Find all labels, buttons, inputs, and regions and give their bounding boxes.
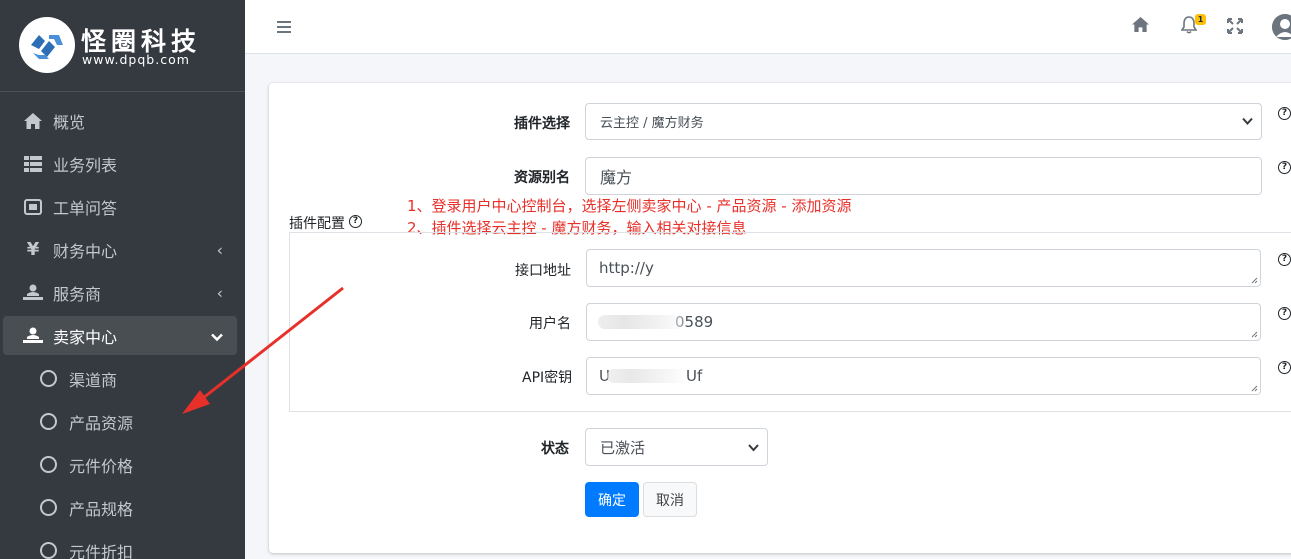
sidebar-subitem-label: 元件折扣 (69, 542, 134, 559)
cancel-button[interactable]: 取消 (643, 482, 697, 517)
help-icon[interactable]: ? (349, 215, 362, 228)
plugin-select-value: 云主控 / 魔方财务 (600, 116, 704, 131)
api-url-value: http://y (599, 259, 654, 277)
sidebar-subitem-label: 元件价格 (69, 456, 134, 476)
help-icon[interactable]: ? (1278, 307, 1291, 320)
yen-icon: ¥ (26, 239, 40, 260)
redaction-blur (607, 369, 687, 383)
status-select-value: 已激活 (600, 438, 646, 457)
api-key-label: API密钥 (522, 370, 573, 386)
resource-alias-label: 资源别名 (514, 170, 570, 186)
sidebar-item-business-list[interactable]: 业务列表 (0, 142, 245, 185)
fullscreen-icon[interactable] (1227, 18, 1243, 38)
menu-toggle-icon[interactable] (277, 18, 291, 39)
help-icon[interactable]: ? (1278, 361, 1291, 374)
brand[interactable]: 怪圈科技 www.dpqb.com (0, 0, 245, 92)
annotation-note-1: 1、登录用户中心控制台，选择左侧卖家中心 - 产品资源 - 添加资源 (407, 197, 852, 215)
ticket-icon (22, 197, 44, 217)
help-icon[interactable]: ? (1278, 107, 1291, 120)
resource-alias-value: 魔方 (600, 168, 633, 187)
sidebar-item-label: 工单问答 (53, 198, 118, 218)
resize-handle-icon[interactable] (1251, 277, 1258, 284)
circle-icon (40, 413, 57, 430)
sidebar-subitem-component-discount[interactable]: 元件折扣 (0, 529, 245, 559)
sidebar-subitem-component-price[interactable]: 元件价格 (0, 443, 245, 486)
list-icon (22, 154, 44, 174)
confirm-button[interactable]: 确定 (585, 482, 639, 517)
top-navbar: 1 (245, 0, 1291, 54)
sidebar-item-label: 财务中心 (53, 241, 118, 261)
circle-icon (40, 499, 57, 516)
chevron-left-icon: ‹ (216, 283, 223, 302)
home-icon[interactable] (1131, 16, 1150, 37)
sidebar-item-provider[interactable]: 服务商 ‹ (0, 271, 245, 314)
circle-icon (40, 542, 57, 559)
resource-alias-input[interactable]: 魔方 (585, 157, 1262, 195)
sidebar-item-label: 概览 (53, 112, 86, 132)
brand-url: www.dpqb.com (82, 52, 190, 67)
sidebar-item-seller-center[interactable]: 卖家中心 (3, 316, 237, 355)
circle-icon (40, 370, 57, 387)
plugin-select-label: 插件选择 (514, 116, 570, 132)
sidebar-item-label: 服务商 (53, 284, 102, 304)
resize-handle-icon[interactable] (1251, 331, 1258, 338)
sidebar-item-overview[interactable]: 概览 (0, 99, 245, 142)
home-icon (22, 111, 44, 131)
status-select[interactable]: 已激活 (585, 428, 768, 466)
user-desk-icon (22, 326, 44, 346)
user-desk-icon (22, 283, 44, 303)
sidebar-item-label: 业务列表 (53, 155, 118, 175)
sidebar-subitem-label: 产品规格 (69, 499, 134, 519)
chevron-down-icon (211, 326, 223, 345)
user-avatar-icon[interactable] (1272, 14, 1291, 40)
api-key-value-end: Uf (685, 367, 703, 385)
api-url-label: 接口地址 (515, 263, 571, 279)
help-icon[interactable]: ? (1278, 253, 1291, 266)
sidebar: 怪圈科技 www.dpqb.com 概览 业务列表 工单问答 ¥ 财务中心 ‹ (0, 0, 245, 559)
notification-badge: 1 (1195, 14, 1206, 25)
username-label: 用户名 (529, 316, 571, 332)
plugin-select[interactable]: 云主控 / 魔方财务 (585, 103, 1262, 140)
status-label: 状态 (541, 441, 569, 457)
sidebar-item-tickets[interactable]: 工单问答 (0, 185, 245, 228)
chevron-down-icon (748, 438, 759, 456)
sidebar-subitem-label: 产品资源 (69, 413, 134, 433)
plugin-config-label: 插件配置 (289, 216, 345, 232)
redaction-blur (668, 263, 752, 277)
sidebar-item-finance[interactable]: ¥ 财务中心 ‹ (0, 228, 245, 271)
username-field[interactable]: 0589 (586, 303, 1261, 341)
sidebar-subitem-product-spec[interactable]: 产品规格 (0, 486, 245, 529)
brand-logo-icon (19, 17, 75, 73)
chevron-left-icon: ‹ (216, 240, 223, 259)
sidebar-item-label: 卖家中心 (53, 327, 118, 347)
resize-handle-icon[interactable] (1251, 385, 1258, 392)
help-icon[interactable]: ? (1278, 161, 1291, 174)
chevron-down-icon (1242, 114, 1253, 129)
sidebar-nav: 概览 业务列表 工单问答 ¥ 财务中心 ‹ 服务商 ‹ 卖家中心 渠道商 产品资… (0, 99, 245, 559)
sidebar-subitem-label: 渠道商 (69, 370, 118, 390)
api-key-field[interactable]: U Uf (586, 357, 1261, 395)
sidebar-subitem-product-resources[interactable]: 产品资源 (0, 400, 245, 443)
redaction-blur (598, 315, 686, 329)
sidebar-subitem-channel[interactable]: 渠道商 (0, 357, 245, 400)
circle-icon (40, 456, 57, 473)
